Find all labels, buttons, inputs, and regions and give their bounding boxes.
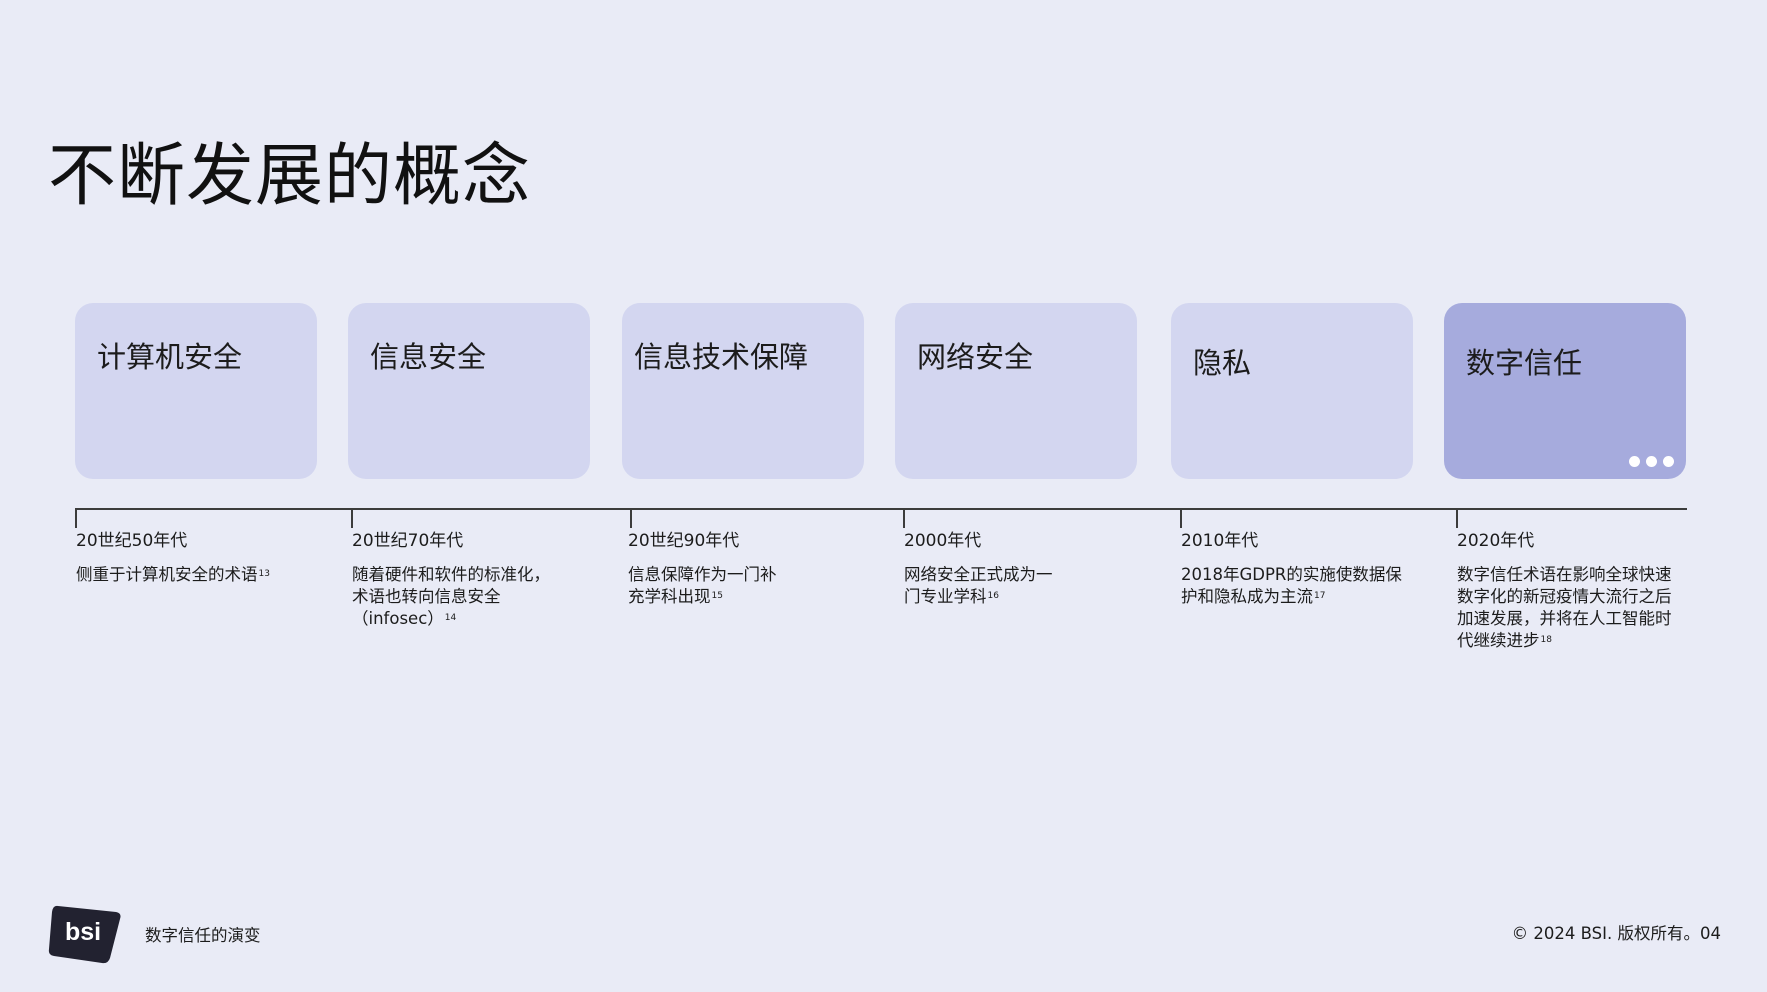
more-dots-icon [1629,456,1674,467]
card-title: 计算机安全 [97,340,243,374]
timeline-tick [630,508,632,528]
era-label: 20世纪50年代 [76,531,188,551]
timeline-tick [1180,508,1182,528]
card-digital-trust: 数字信任 [1444,303,1686,479]
era-description: 随着硬件和软件的标准化，术语也转向信息安全（infosec）14 [352,565,550,628]
copyright-page-number: © 2024 BSI. 版权所有。04 [1511,924,1721,943]
timeline-tick [75,508,77,528]
timeline-tick [1456,508,1458,528]
footnote-ref: 13 [258,569,270,579]
card-information-security: 信息安全 [348,303,590,479]
bsi-logo: bsi [48,905,121,964]
era-label: 2000年代 [904,531,982,551]
era-label: 20世纪90年代 [628,531,740,551]
era-description: 数字信任术语在影响全球快速数字化的新冠疫情大流行之后加速发展，并将在人工智能时代… [1457,565,1672,650]
era-description: 侧重于计算机安全的术语13 [76,565,270,584]
era-description: 信息保障作为一门补充学科出现15 [628,565,777,606]
card-information-assurance: 信息技术保障 [622,303,864,479]
card-title: 信息安全 [370,340,487,374]
era-label: 20世纪70年代 [352,531,464,551]
timeline-tick [351,508,353,528]
era-label: 2010年代 [1181,531,1259,551]
era-description: 网络安全正式成为一门专业学科16 [904,565,1053,606]
timeline-tick [903,508,905,528]
era-label: 2020年代 [1457,531,1535,551]
card-title: 信息技术保障 [634,340,809,374]
footnote-ref: 14 [444,613,457,623]
footnote-ref: 17 [1314,591,1326,601]
card-title: 数字信任 [1466,346,1583,380]
era-description: 2018年GDPR的实施使数据保护和隐私成为主流17 [1181,565,1402,606]
card-title: 隐私 [1193,346,1252,380]
page-title: 不断发展的概念 [48,137,532,216]
svg-text:bsi: bsi [65,918,101,946]
card-cybersecurity: 网络安全 [895,303,1137,479]
document-title: 数字信任的演变 [145,926,261,945]
card-computer-security: 计算机安全 [75,303,317,479]
footnote-ref: 16 [987,591,999,601]
timeline-axis [75,508,1687,510]
footnote-ref: 18 [1540,635,1552,645]
card-title: 网络安全 [917,340,1034,374]
card-privacy: 隐私 [1171,303,1413,479]
footnote-ref: 15 [711,591,723,601]
